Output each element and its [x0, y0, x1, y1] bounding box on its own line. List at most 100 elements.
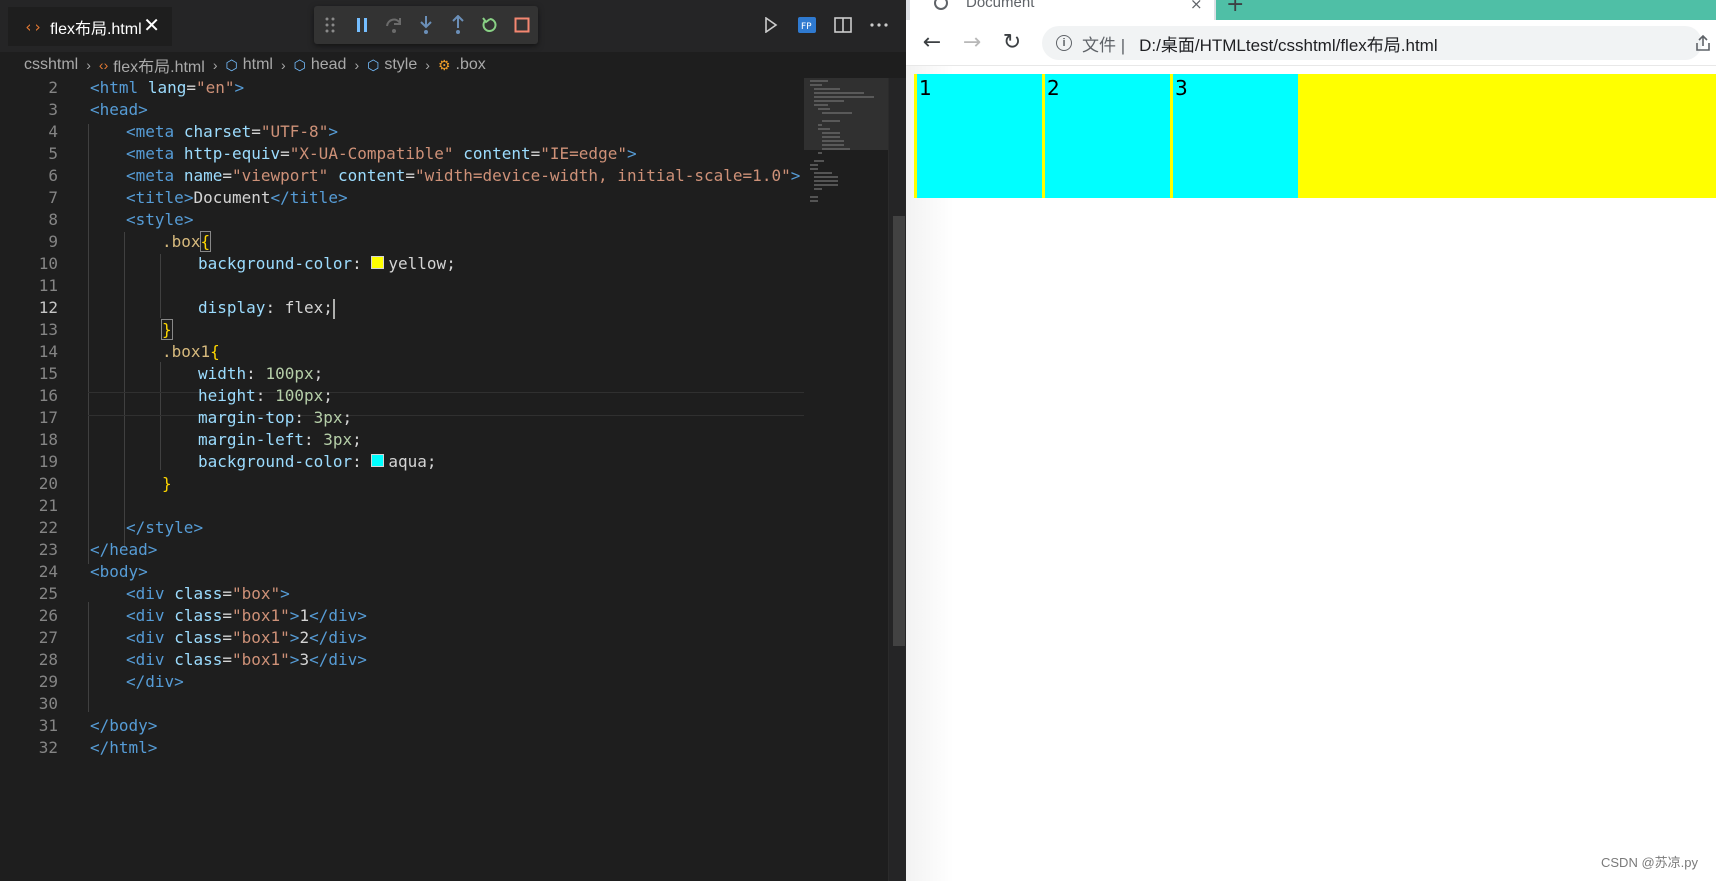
token: div: [135, 628, 165, 647]
token: "box1": [232, 606, 290, 625]
flex-container-box: 1 2 3: [914, 74, 1716, 198]
code-line: 24 <body>: [0, 560, 804, 584]
breadcrumb-label: flex布局.html: [113, 59, 205, 76]
breadcrumb-box[interactable]: ⚙ .box: [438, 56, 486, 74]
token: class: [174, 606, 223, 625]
share-icon[interactable]: [1694, 34, 1712, 57]
token: body: [99, 562, 139, 581]
breadcrumb-html[interactable]: ⬡ html: [225, 56, 272, 74]
token: ;: [352, 430, 362, 449]
token: meta: [135, 144, 175, 163]
html-file-icon: ‹›: [98, 57, 109, 73]
minimap-line: [810, 80, 828, 82]
token: meta: [135, 166, 175, 185]
new-tab-button[interactable]: +: [1226, 0, 1244, 17]
step-into-icon[interactable]: [410, 6, 442, 44]
line-number: 24: [38, 562, 58, 581]
scrollbar-thumb[interactable]: [893, 216, 905, 646]
code-line: 29 </div>: [0, 670, 804, 694]
restart-icon[interactable]: [474, 6, 506, 44]
line-number: 30: [38, 694, 58, 713]
breadcrumb-head[interactable]: ⬡ head: [294, 56, 347, 74]
breadcrumb-file[interactable]: ‹› flex布局.html: [99, 53, 205, 77]
code-line: 23 </head>: [0, 538, 804, 562]
line-number: 29: [38, 672, 58, 691]
file-scheme-chip: 文件 |: [1082, 35, 1126, 55]
step-over-icon[interactable]: [378, 6, 410, 44]
minimap-line: [814, 176, 838, 178]
line-number: 12: [38, 298, 58, 317]
token: 100px: [275, 386, 324, 405]
url-text[interactable]: D:/桌面/HTMLtest/csshtml/flex布局.html: [1139, 31, 1437, 56]
code-line: 28 <div class="box1">3</div>: [0, 648, 804, 672]
minimap[interactable]: [804, 78, 888, 881]
line-number: 10: [38, 254, 58, 273]
token: head: [109, 540, 148, 559]
minimap-line: [814, 188, 822, 190]
more-actions-icon[interactable]: [866, 12, 892, 38]
breadcrumb-label: csshtml: [24, 56, 79, 73]
token: background-color: [198, 452, 353, 471]
line-number: 5: [48, 144, 58, 163]
line-number: 31: [38, 716, 58, 735]
browser-tab-title: Document: [966, 0, 1035, 11]
close-tab-icon[interactable]: ✕: [143, 13, 160, 37]
step-out-icon[interactable]: [442, 6, 474, 44]
line-number: 26: [38, 606, 58, 625]
token: >: [234, 78, 245, 97]
drag-handle-icon[interactable]: [314, 6, 346, 44]
token: .box1: [162, 342, 211, 361]
page-viewport: 1 2 3 CSDN @苏凉.py: [906, 66, 1716, 881]
color-swatch[interactable]: [371, 454, 385, 467]
token: }: [162, 474, 172, 493]
minimap-line: [822, 112, 852, 114]
info-icon[interactable]: i: [1056, 35, 1072, 51]
code-line: 30: [0, 692, 804, 716]
token: {: [210, 342, 220, 361]
color-swatch[interactable]: [371, 256, 385, 269]
code-line: 20}: [0, 472, 804, 496]
minimap-line: [814, 172, 832, 174]
address-bar[interactable]: i 文件 | D:/桌面/HTMLtest/csshtml/flex布局.htm…: [1042, 26, 1702, 60]
code-line-current: 12 display: flex;: [0, 296, 804, 320]
browser-tab-document[interactable]: Document ×: [910, 0, 1214, 20]
code-editor: ‹› flex布局.html ✕ FP csshtml › ‹› flex布局.…: [0, 0, 906, 881]
token: body: [109, 716, 148, 735]
back-button[interactable]: ←: [918, 28, 946, 56]
pause-icon[interactable]: [346, 6, 378, 44]
go-live-icon[interactable]: FP: [794, 12, 820, 38]
code-line: 11: [0, 274, 804, 298]
stop-icon[interactable]: [506, 6, 538, 44]
token: "width=device-width, initial-scale=1.0": [415, 166, 791, 185]
breadcrumb-style[interactable]: ⬡ style: [367, 56, 417, 74]
chevron-right-icon: ›: [354, 57, 360, 73]
token: .box: [162, 232, 201, 251]
code-line: 18 margin-left: 3px;: [0, 428, 804, 452]
token: title: [135, 188, 184, 207]
line-number: 20: [38, 474, 58, 493]
symbol-element-icon: ⬡: [225, 56, 238, 73]
code-line: 14 .box1{: [0, 340, 804, 364]
code-text-area[interactable]: 2 <html lang="en"> 3 <head> 4 <meta charset…: [0, 78, 804, 881]
code-line: 22 </style>: [0, 516, 804, 540]
token: head: [99, 100, 139, 119]
code-line: 17 margin-top: 3px;: [0, 406, 804, 430]
minimap-line: [810, 168, 818, 170]
token: "UTF-8": [260, 122, 329, 141]
breadcrumb-folder[interactable]: csshtml: [24, 56, 78, 74]
forward-button[interactable]: →: [958, 28, 986, 56]
token: http-equiv: [183, 144, 281, 163]
vertical-scrollbar[interactable]: [888, 78, 906, 881]
split-editor-icon[interactable]: [830, 12, 856, 38]
run-icon[interactable]: [758, 12, 784, 38]
watermark: CSDN @苏凉.py: [1601, 855, 1698, 870]
close-tab-icon[interactable]: ×: [1190, 0, 1203, 13]
token: class: [174, 584, 223, 603]
code-line: 13}: [0, 318, 804, 342]
reload-button[interactable]: ↻: [998, 28, 1026, 56]
token: 1: [299, 606, 310, 625]
code-line: 10 background-color: yellow;: [0, 252, 804, 276]
line-number: 4: [48, 122, 58, 141]
editor-tab-flex-html[interactable]: ‹› flex布局.html ✕: [8, 7, 172, 46]
code-line: 15 width: 100px;: [0, 362, 804, 386]
